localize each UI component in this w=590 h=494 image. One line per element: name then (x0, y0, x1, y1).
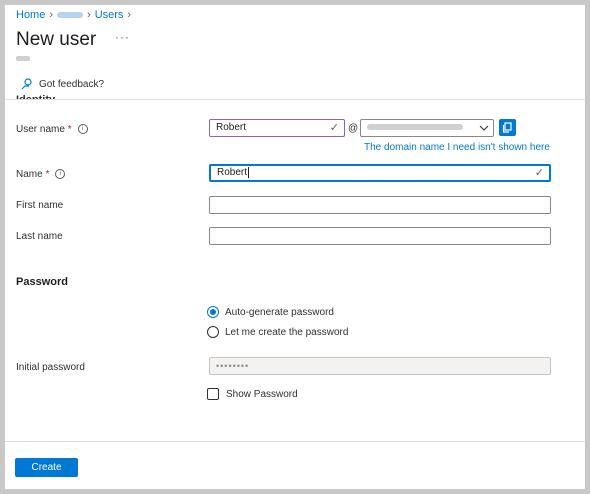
checkmark-icon: ✓ (534, 167, 544, 179)
last-name-label: Last name (16, 231, 63, 242)
chevron-right-icon: › (49, 9, 54, 21)
domain-not-shown-link[interactable]: The domain name I need isn't shown here (364, 142, 550, 153)
radio-button-selected[interactable] (207, 306, 219, 318)
create-button[interactable]: Create (15, 458, 78, 477)
feedback-label: Got feedback? (39, 78, 105, 90)
at-sign: @ (348, 123, 359, 134)
user-name-value: Robert (216, 122, 247, 133)
name-value: Robert (217, 167, 248, 178)
text-cursor (248, 167, 250, 178)
breadcrumb-home[interactable]: Home (16, 9, 45, 21)
copy-button[interactable] (499, 119, 516, 136)
breadcrumb: Home › › Users › (16, 9, 135, 21)
required-mark: * (67, 124, 72, 135)
show-password-label: Show Password (226, 388, 298, 400)
last-name-input[interactable] (209, 227, 551, 245)
app-window (0, 0, 590, 494)
chevron-right-icon: › (87, 9, 91, 21)
name-label: Name * i (16, 169, 66, 180)
radio-button[interactable] (207, 326, 219, 338)
breadcrumb-users[interactable]: Users (95, 9, 124, 21)
copy-icon (502, 122, 512, 133)
footer-divider (5, 441, 585, 442)
first-name-input[interactable] (209, 196, 551, 214)
password-heading: Password (16, 276, 68, 288)
radio-auto-generate[interactable]: Auto-generate password (207, 306, 334, 318)
required-mark: * (45, 169, 50, 180)
info-icon[interactable]: i (77, 124, 88, 135)
show-password-checkbox[interactable]: Show Password (207, 388, 298, 400)
radio-auto-generate-label: Auto-generate password (225, 306, 334, 318)
feedback-icon (21, 78, 32, 90)
domain-value (367, 124, 463, 131)
initial-password-label: Initial password (16, 362, 85, 373)
domain-select[interactable] (360, 119, 494, 137)
name-input[interactable]: Robert ✓ (209, 164, 551, 182)
chevron-down-icon (479, 125, 489, 131)
checkbox[interactable] (207, 388, 219, 400)
page-title: New user (16, 29, 97, 50)
checkmark-icon: ✓ (329, 122, 339, 134)
breadcrumb-tenant[interactable] (57, 12, 84, 19)
radio-create-password[interactable]: Let me create the password (207, 326, 348, 338)
feedback-button[interactable]: Got feedback? (21, 78, 104, 90)
radio-create-password-label: Let me create the password (225, 326, 349, 338)
page-subtitle (16, 56, 30, 61)
chevron-right-icon: › (127, 9, 132, 21)
info-icon[interactable]: i (55, 169, 66, 180)
ellipsis-icon[interactable]: ··· (115, 30, 130, 44)
divider (5, 99, 585, 100)
first-name-label: First name (16, 200, 64, 211)
user-name-label: User name * i (16, 124, 88, 135)
initial-password-input: •••••••• (209, 357, 551, 375)
user-name-input[interactable]: Robert ✓ (209, 119, 345, 137)
